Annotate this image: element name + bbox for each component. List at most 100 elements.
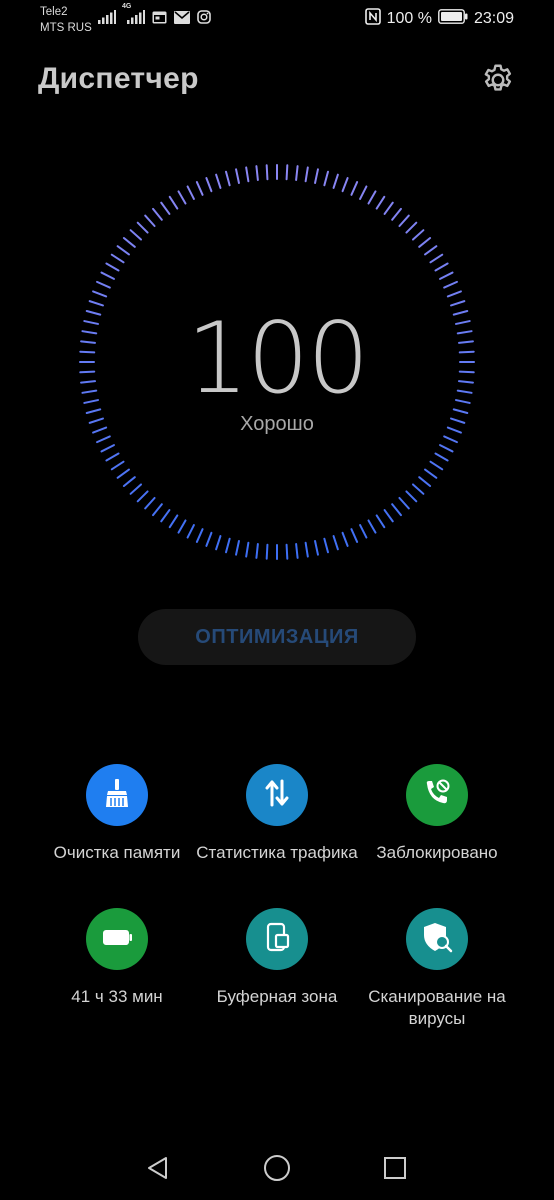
- ring-tick: [304, 166, 309, 183]
- ring-tick: [235, 540, 240, 556]
- ring-tick: [367, 519, 377, 534]
- ring-tick: [443, 435, 458, 444]
- score-status-label: Хорошо: [240, 413, 314, 435]
- nav-back-button[interactable]: [138, 1150, 178, 1190]
- ring-tick: [367, 190, 377, 205]
- ring-tick: [323, 537, 329, 554]
- ring-tick: [411, 483, 425, 495]
- ring-tick: [225, 170, 231, 187]
- ring-tick: [122, 237, 136, 248]
- ring-tick: [195, 181, 204, 196]
- virus-scan-circle: [406, 908, 468, 970]
- tool-virus-scan[interactable]: Сканирование на вирусы: [352, 908, 522, 1030]
- ring-tick: [398, 214, 410, 228]
- ring-tick: [245, 541, 250, 558]
- network-type-label: 4G: [122, 3, 132, 10]
- ring-tick: [92, 290, 108, 298]
- ring-tick: [446, 290, 462, 298]
- ring-tick: [434, 262, 449, 272]
- ring-tick: [100, 271, 115, 280]
- ring-tick: [443, 280, 458, 289]
- ring-tick: [152, 503, 163, 517]
- virus-scan-label: Сканирование на вирусы: [368, 987, 506, 1028]
- battery-status-icon: [438, 9, 468, 29]
- ring-tick: [439, 271, 454, 280]
- blocked-circle: [406, 764, 468, 826]
- battery-percent: 100 %: [386, 10, 432, 27]
- battery-time-label: 41 ч 33 мин: [71, 987, 163, 1006]
- phone-manager-screen: Tele2 MTS RUS 4G 100 % 23:09 Диспетчер 1…: [0, 0, 554, 1200]
- ring-tick: [265, 164, 269, 181]
- ring-tick: [383, 201, 394, 215]
- app-twin-icon: [260, 920, 294, 959]
- ring-tick: [418, 237, 432, 248]
- status-icons-left: 4G: [98, 3, 211, 29]
- traffic-stats-label: Статистика трафика: [196, 843, 358, 862]
- virus-scan-icon: [420, 920, 454, 959]
- instagram-icon: [197, 10, 211, 29]
- ring-tick: [285, 543, 289, 560]
- traffic-stats-circle: [246, 764, 308, 826]
- ring-tick: [424, 245, 438, 256]
- status-icons-right: 100 % 23:09: [364, 8, 514, 30]
- tool-buffer-zone[interactable]: Буферная зона: [192, 908, 362, 1008]
- ring-tick: [314, 540, 319, 556]
- settings-button[interactable]: [480, 62, 516, 98]
- ring-tick: [391, 503, 402, 517]
- tool-battery[interactable]: 41 ч 33 мин: [32, 908, 202, 1008]
- signal-icon: [98, 10, 116, 29]
- tool-traffic-stats[interactable]: Статистика трафика: [192, 764, 362, 864]
- ring-tick: [332, 535, 339, 551]
- ring-tick: [205, 531, 213, 547]
- ring-tick: [186, 524, 195, 539]
- ring-tick: [341, 531, 349, 547]
- ring-tick: [405, 221, 418, 234]
- ring-tick: [285, 164, 289, 181]
- ring-tick: [235, 168, 240, 184]
- ring-tick: [195, 528, 204, 543]
- gear-icon: [480, 64, 516, 102]
- ring-tick: [359, 524, 368, 539]
- ring-tick: [359, 185, 368, 200]
- ring-tick: [177, 190, 187, 205]
- ring-tick: [375, 195, 386, 210]
- score-value: 100: [186, 302, 369, 416]
- ring-tick: [341, 177, 349, 193]
- ring-tick: [168, 195, 179, 210]
- nav-recents-button[interactable]: [375, 1150, 415, 1190]
- ring-tick: [323, 170, 329, 187]
- battery-circle: [86, 908, 148, 970]
- optimize-button[interactable]: ОПТИМИЗАЦИЯ: [138, 609, 416, 665]
- ring-tick: [418, 476, 432, 487]
- ring-tick: [177, 519, 187, 534]
- tool-memory-cleanup[interactable]: Очистка памяти: [32, 764, 202, 864]
- back-icon: [145, 1155, 171, 1186]
- ring-tick: [405, 490, 418, 503]
- ring-tick: [332, 173, 339, 189]
- buffer-zone-label: Буферная зона: [216, 987, 338, 1006]
- ring-tick: [215, 173, 222, 189]
- ring-tick: [429, 253, 444, 264]
- ring-tick: [245, 166, 250, 183]
- ring-tick: [152, 207, 163, 221]
- nav-home-button[interactable]: [257, 1150, 297, 1190]
- ring-tick: [160, 509, 171, 523]
- carrier-1: Tele2: [40, 6, 68, 18]
- memory-cleanup-label: Очистка памяти: [53, 843, 181, 862]
- ring-tick: [295, 542, 299, 559]
- ring-tick: [129, 483, 143, 495]
- ring-tick: [129, 229, 143, 241]
- tool-blocked[interactable]: Заблокировано: [352, 764, 522, 864]
- ring-tick: [295, 165, 299, 182]
- battery-icon: [100, 920, 134, 959]
- broom-icon: [100, 776, 134, 815]
- ring-tick: [265, 543, 269, 560]
- ring-tick: [100, 444, 115, 453]
- ring-tick: [383, 509, 394, 523]
- ring-tick: [110, 253, 125, 264]
- ring-tick: [105, 452, 120, 462]
- buffer-zone-circle: [246, 908, 308, 970]
- ring-tick: [375, 514, 386, 529]
- ring-tick: [391, 207, 402, 221]
- ring-tick: [110, 460, 125, 471]
